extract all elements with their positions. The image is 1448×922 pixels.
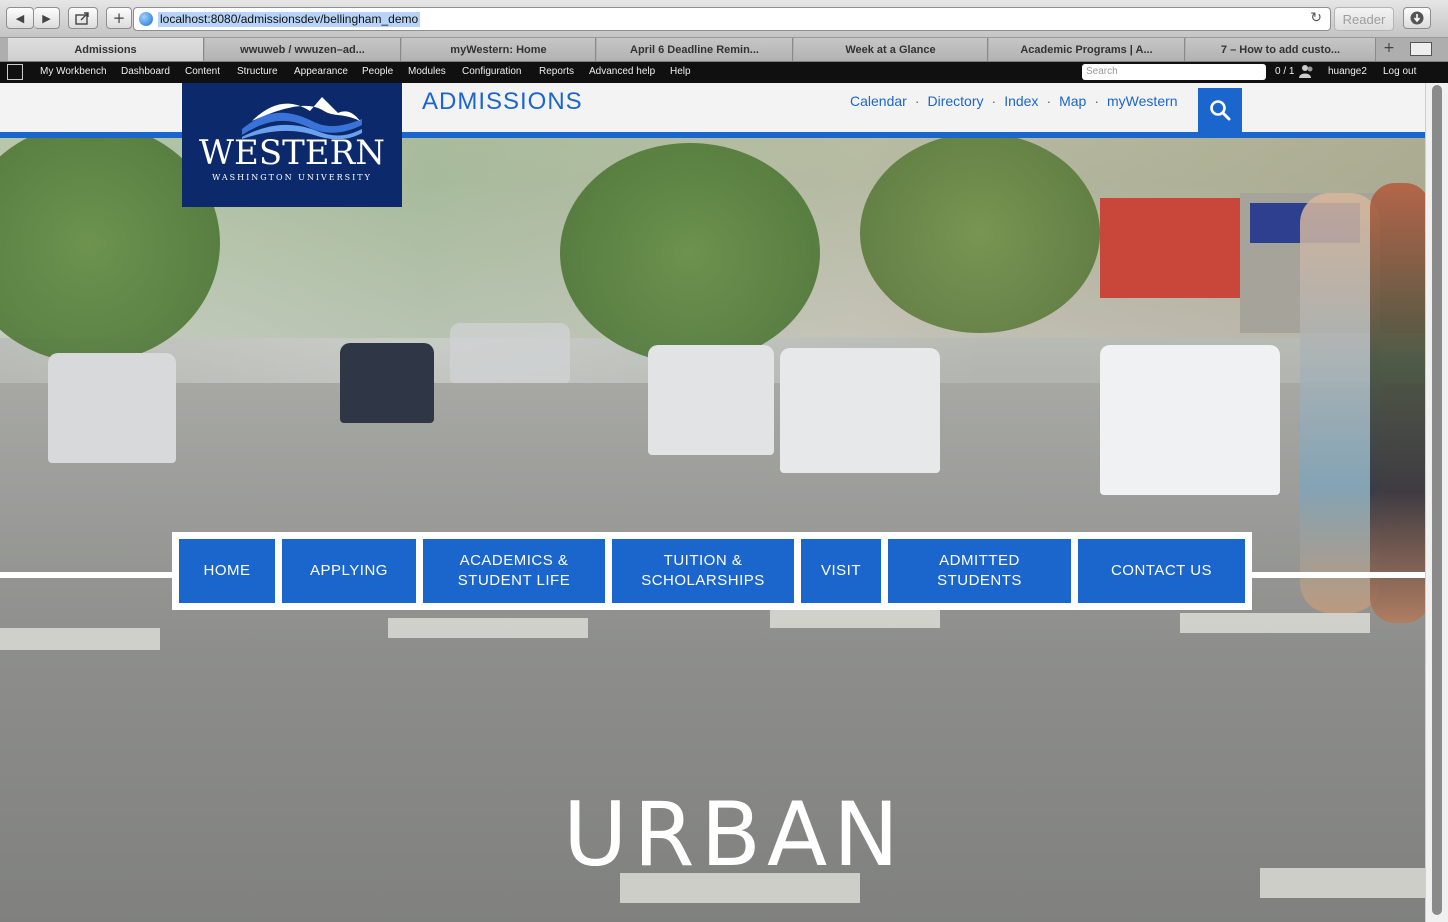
main-menu: HOME APPLYING ACADEMICS & STUDENT LIFE TU… (172, 532, 1252, 610)
menu-applying[interactable]: APPLYING (282, 539, 416, 603)
scrollbar-thumb[interactable] (1432, 85, 1442, 915)
admin-structure[interactable]: Structure (237, 66, 278, 77)
util-link-index[interactable]: Index (1004, 93, 1038, 109)
address-bar[interactable]: localhost:8080/admissionsdev/bellingham_… (133, 7, 1331, 31)
admin-search-input[interactable]: Search (1082, 64, 1266, 80)
menu-contact-us[interactable]: CONTACT US (1078, 539, 1245, 603)
forward-button[interactable]: ▶ (34, 7, 60, 29)
separator-dot: · (1046, 93, 1052, 109)
download-icon (1410, 11, 1424, 25)
tab-admissions[interactable]: Admissions (8, 38, 204, 61)
util-link-directory[interactable]: Directory (928, 93, 984, 109)
menu-tuition-scholarships[interactable]: TUITION & SCHOLARSHIPS (612, 539, 794, 603)
share-icon (75, 12, 89, 25)
tab-bar: Admissions wwuweb / wwuzen–ad... myWeste… (0, 38, 1448, 62)
tab-academic-programs[interactable]: Academic Programs | A... (989, 38, 1185, 61)
admin-menu-bar: My Workbench Dashboard Content Structure… (0, 62, 1448, 83)
admin-advanced-help[interactable]: Advanced help (589, 66, 655, 77)
url-text[interactable]: localhost:8080/admissionsdev/bellingham_… (158, 12, 421, 27)
tab-mywestern[interactable]: myWestern: Home (402, 38, 596, 61)
logo-wordmark: WESTERN (199, 133, 385, 173)
admin-help[interactable]: Help (670, 66, 691, 77)
util-link-map[interactable]: Map (1059, 93, 1086, 109)
menu-home[interactable]: HOME (179, 539, 275, 603)
logo-subtitle: WASHINGTON UNIVERSITY (212, 173, 372, 182)
logo-waves-icon (242, 97, 362, 139)
page-title[interactable]: ADMISSIONS (422, 88, 583, 116)
admin-configuration[interactable]: Configuration (462, 66, 521, 77)
admin-my-workbench[interactable]: My Workbench (40, 66, 107, 77)
globe-icon (139, 12, 153, 26)
browser-toolbar: ◀ ▶ + localhost:8080/admissionsdev/belli… (0, 0, 1448, 38)
reader-button[interactable]: Reader (1334, 7, 1394, 31)
admin-home-icon[interactable] (7, 64, 23, 80)
utility-nav: Calendar · Directory · Index · Map · myWestern (850, 93, 1178, 109)
tab-list-icon[interactable] (1410, 42, 1432, 56)
hero-heading: URBAN (563, 783, 905, 886)
back-arrow-icon: ◀ (15, 11, 25, 25)
admin-username[interactable]: huange2 (1328, 66, 1367, 77)
new-tab-icon[interactable]: + (1378, 40, 1400, 60)
util-link-calendar[interactable]: Calendar (850, 93, 907, 109)
separator-dot: · (914, 93, 920, 109)
menu-visit[interactable]: VISIT (801, 539, 881, 603)
admin-reports[interactable]: Reports (539, 66, 574, 77)
admin-user-count: 0 / 1 (1275, 66, 1295, 77)
page-viewport: WESTERN WASHINGTON UNIVERSITY ADMISSIONS… (0, 83, 1425, 922)
tab-april-deadline[interactable]: April 6 Deadline Remin... (597, 38, 793, 61)
menu-academics-student-life[interactable]: ACADEMICS & STUDENT LIFE (423, 539, 605, 603)
search-icon (1210, 100, 1231, 121)
admin-content[interactable]: Content (185, 66, 220, 77)
downloads-button[interactable] (1403, 7, 1431, 29)
separator-dot: · (1094, 93, 1100, 109)
add-bookmark-icon: + (112, 9, 126, 27)
admin-modules[interactable]: Modules (408, 66, 446, 77)
site-search-button[interactable] (1198, 88, 1242, 132)
reload-icon[interactable]: ↻ (1310, 10, 1322, 26)
tab-how-to-add[interactable]: 7 – How to add custo... (1186, 38, 1376, 61)
page-scrollbar[interactable] (1425, 83, 1448, 922)
admin-dashboard[interactable]: Dashboard (121, 66, 170, 77)
wwu-logo[interactable]: WESTERN WASHINGTON UNIVERSITY (182, 83, 402, 207)
menu-admitted-students[interactable]: ADMITTED STUDENTS (888, 539, 1071, 603)
admin-logout[interactable]: Log out (1383, 66, 1416, 77)
share-button[interactable] (68, 7, 98, 29)
tab-wwuweb[interactable]: wwuweb / wwuzen–ad... (205, 38, 401, 61)
admin-appearance[interactable]: Appearance (294, 66, 348, 77)
tab-week-at-a-glance[interactable]: Week at a Glance (794, 38, 988, 61)
user-icon (1299, 64, 1315, 81)
util-link-mywestern[interactable]: myWestern (1107, 93, 1178, 109)
back-button[interactable]: ◀ (6, 7, 34, 29)
separator-dot: · (991, 93, 997, 109)
admin-people[interactable]: People (362, 66, 393, 77)
add-bookmark-button[interactable]: + (106, 7, 132, 29)
forward-arrow-icon: ▶ (42, 11, 51, 25)
